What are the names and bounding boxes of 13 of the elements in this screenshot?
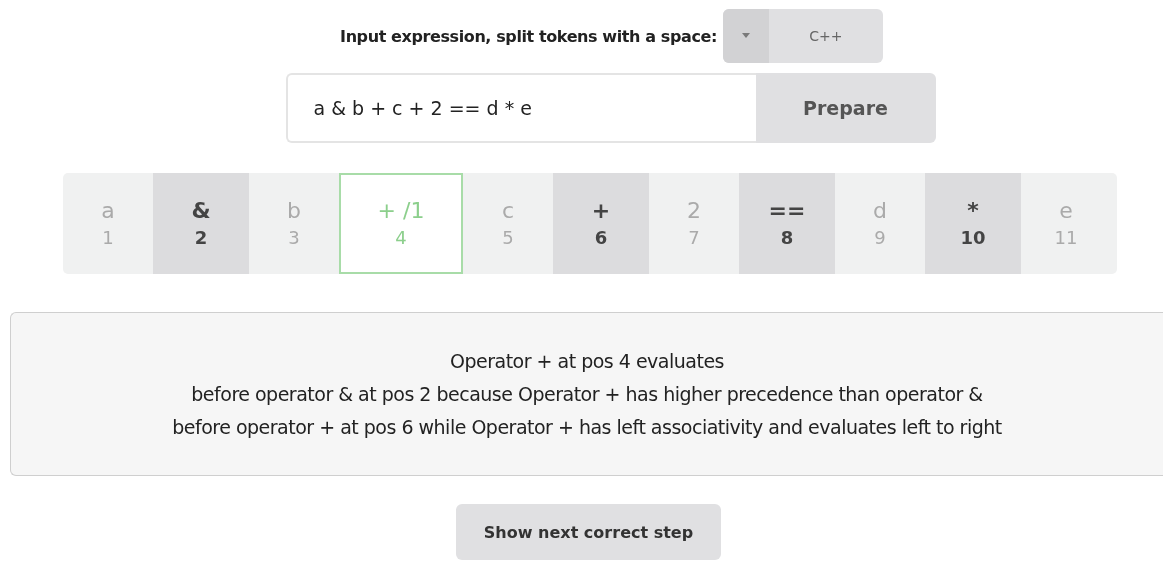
token[interactable]: == 8 [739, 173, 835, 274]
token[interactable]: & 2 [153, 173, 249, 274]
language-dropdown[interactable]: C++ [722, 9, 883, 63]
token[interactable]: * 10 [925, 173, 1021, 274]
token[interactable]: + 6 [553, 173, 649, 274]
prepare-button[interactable]: Prepare [755, 73, 936, 143]
explanation-line: before operator & at pos 2 because Operator + has higher precedence than operator & [191, 381, 983, 407]
expression-field[interactable]: a & b + c + 2 == d * e [285, 73, 756, 143]
prompt-label: Input expression, split tokens with a space: [340, 26, 717, 46]
next-step-button[interactable]: Show next correct step [455, 504, 722, 560]
caret-icon [740, 33, 751, 39]
explanation-line: Operator + at pos 4 evaluates [450, 348, 724, 374]
explanation-line: before operator + at pos 6 while Operator + has left associativity and evaluates left to right [172, 414, 1002, 440]
